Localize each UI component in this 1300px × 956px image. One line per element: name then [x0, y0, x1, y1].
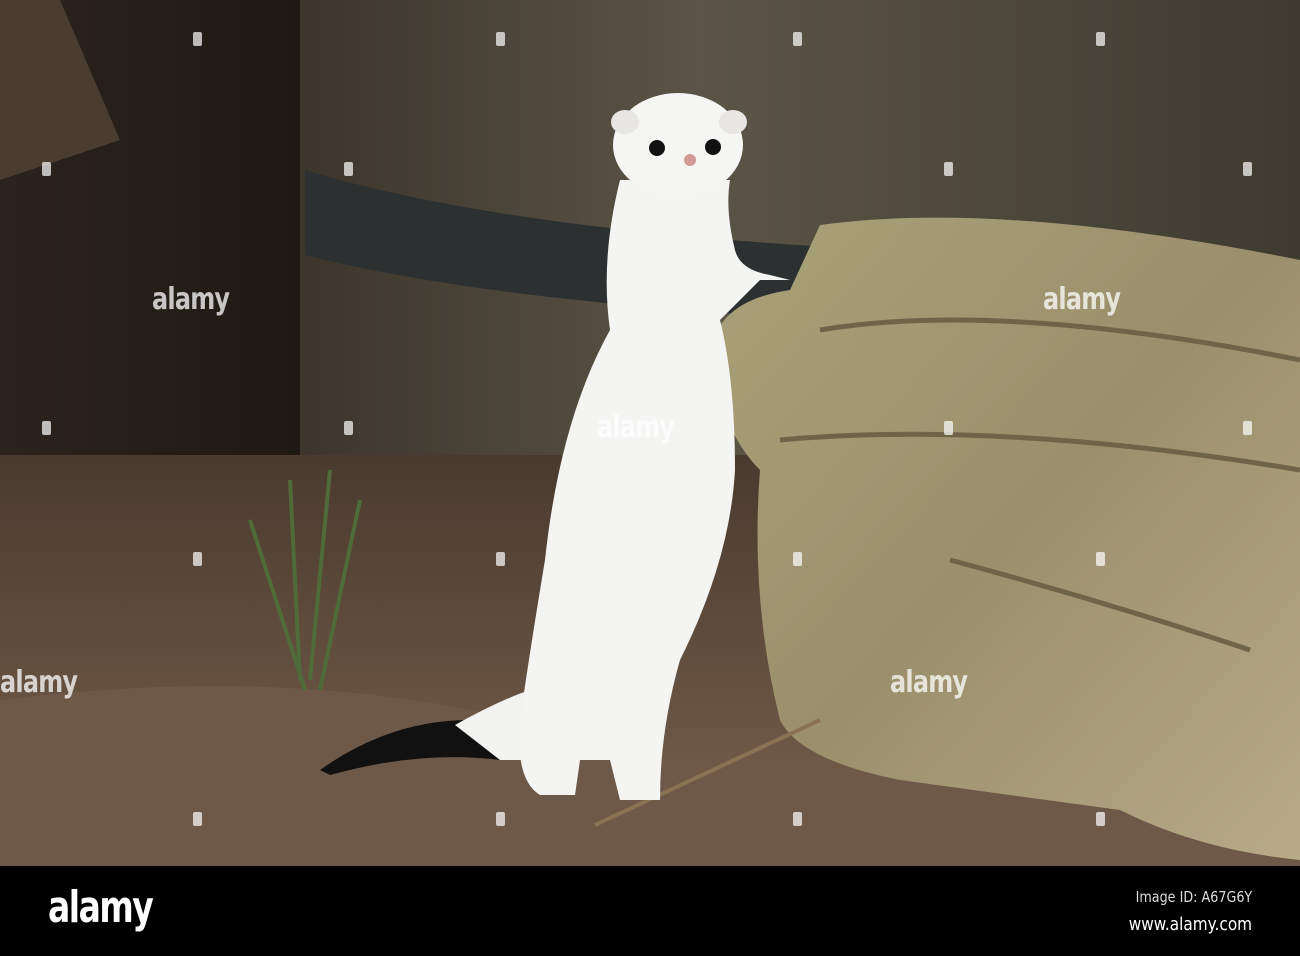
watermark-mark	[944, 421, 953, 435]
watermark-text: alamy	[890, 665, 968, 700]
watermark-mark	[944, 162, 953, 176]
watermark-mark	[344, 162, 353, 176]
watermark-mark	[793, 32, 802, 46]
website-link[interactable]: www.alamy.com	[1129, 914, 1252, 935]
ermine-ear-right	[719, 110, 747, 134]
ermine-nose	[684, 154, 696, 166]
ermine-ear-left	[611, 110, 639, 134]
watermark-text: alamy	[597, 410, 675, 445]
watermark-mark	[1096, 812, 1105, 826]
watermark-mark	[344, 421, 353, 435]
watermark-mark	[1096, 552, 1105, 566]
watermark-mark	[193, 32, 202, 46]
watermark-text: alamy	[0, 665, 78, 700]
watermark-mark	[1243, 162, 1252, 176]
ermine-eye-right	[705, 139, 721, 155]
watermark-mark	[193, 552, 202, 566]
watermark-text: alamy	[1043, 282, 1121, 317]
ermine-eye-left	[649, 140, 665, 156]
watermark-mark	[496, 32, 505, 46]
watermark-mark	[793, 812, 802, 826]
stock-photo: alamy alamy alamy alamy alamy alamy Imag…	[0, 0, 1300, 956]
image-id: Image ID: A67G6Y	[1135, 888, 1252, 906]
watermark-mark	[1096, 32, 1105, 46]
watermark-mark	[496, 812, 505, 826]
ermine-head	[613, 93, 743, 197]
watermark-mark	[42, 421, 51, 435]
watermark-mark	[496, 552, 505, 566]
alamy-logo: alamy	[48, 882, 154, 933]
watermark-mark	[793, 552, 802, 566]
watermark-mark	[42, 162, 51, 176]
watermark-text: alamy	[152, 282, 230, 317]
footer-bar: alamy Image ID: A67G6Y www.alamy.com	[0, 866, 1300, 956]
watermark-mark	[1243, 421, 1252, 435]
watermark-mark	[193, 812, 202, 826]
